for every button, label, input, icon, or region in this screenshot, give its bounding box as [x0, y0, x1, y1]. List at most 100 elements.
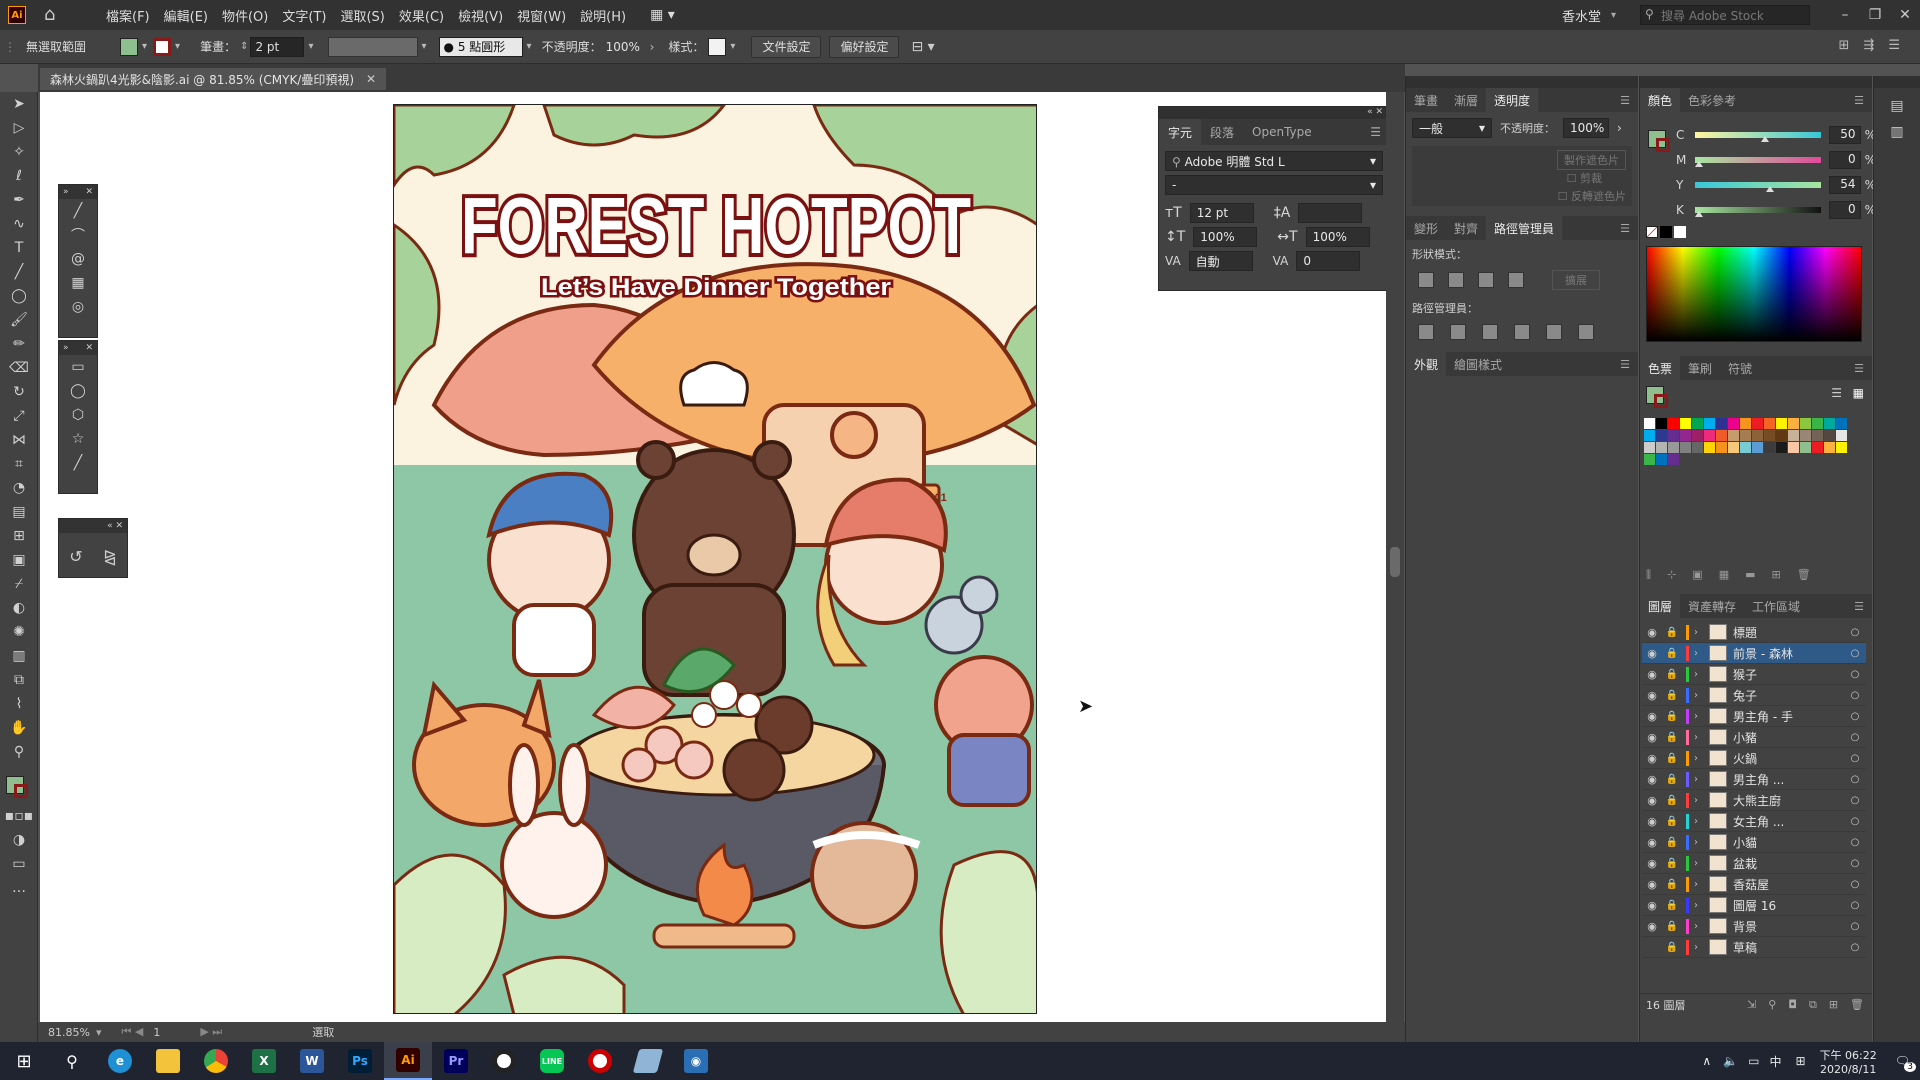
flyout-header[interactable]: « ✕ — [59, 519, 127, 533]
color-swatch[interactable] — [1692, 418, 1703, 429]
panel-menu-icon[interactable]: ☰ — [1854, 94, 1864, 107]
new-color-group-icon[interactable]: ▣ — [1692, 568, 1702, 582]
ime-indicator[interactable]: 中 — [1769, 1053, 1781, 1070]
layer-row[interactable]: ◉ 🔒 › 前景 - 森林 ○ — [1642, 643, 1866, 664]
panel-menu-icon[interactable]: ☰ — [1888, 38, 1900, 53]
menu-view[interactable]: 檢視(V) — [458, 6, 503, 25]
color-swatch[interactable] — [1644, 418, 1655, 429]
layer-name[interactable]: 前景 - 森林 — [1733, 645, 1844, 662]
color-swatch[interactable] — [1656, 442, 1667, 453]
color-swatch[interactable] — [1752, 442, 1763, 453]
target-circle-icon[interactable]: ○ — [1844, 711, 1866, 722]
arrange-icon[interactable]: ⇶ — [1863, 38, 1874, 53]
layer-name[interactable]: 香菇屋 — [1733, 876, 1844, 893]
channel-value-field[interactable]: 0 — [1828, 200, 1861, 219]
layer-row[interactable]: ◉ 🔒 › 香菇屋 ○ — [1642, 874, 1866, 895]
tab-symbols[interactable]: 符號 — [1720, 356, 1760, 380]
collapse-icon[interactable]: » — [63, 343, 69, 353]
clip-checkbox[interactable]: ☐ 剪裁 — [1567, 170, 1602, 186]
color-swatch[interactable] — [1836, 418, 1847, 429]
close-icon[interactable]: ✕ — [85, 343, 93, 353]
layer-name[interactable]: 草稿 — [1733, 939, 1844, 956]
chevron-down-icon[interactable]: ▾ — [1611, 10, 1616, 21]
merge-icon[interactable] — [1482, 324, 1498, 340]
color-swatch[interactable] — [1812, 418, 1823, 429]
color-swatch[interactable] — [1752, 418, 1763, 429]
graphic-style-swatch[interactable] — [708, 37, 727, 56]
channel-value-field[interactable]: 0 — [1828, 150, 1861, 169]
magic-wand-tool-icon[interactable]: ✧ — [0, 140, 38, 164]
color-swatch[interactable] — [1836, 442, 1847, 453]
more-tools-icon[interactable]: … — [0, 876, 38, 900]
expand-arrow-icon[interactable]: › — [1689, 690, 1703, 701]
slider-handle[interactable] — [1761, 135, 1770, 142]
lock-icon[interactable]: 🔒 — [1662, 774, 1682, 785]
layer-name[interactable]: 標題 — [1733, 624, 1844, 641]
export-icon[interactable]: ⇲ — [1747, 998, 1756, 1012]
transform-icon[interactable]: ⊞ — [1839, 38, 1850, 53]
slice-tool-icon[interactable]: ⌇ — [0, 692, 38, 716]
color-swatch[interactable] — [1788, 442, 1799, 453]
color-swatch[interactable] — [1800, 430, 1811, 441]
unite-icon[interactable] — [1418, 272, 1434, 288]
panel-menu-icon[interactable]: ☰ — [1620, 222, 1630, 235]
search-button[interactable]: ⚲ — [48, 1042, 96, 1080]
zoom-level[interactable]: 81.85% — [48, 1026, 90, 1039]
minus-front-icon[interactable] — [1448, 272, 1464, 288]
expand-arrow-icon[interactable]: › — [1689, 774, 1703, 785]
minus-back-icon[interactable] — [1578, 324, 1594, 340]
tracking-field[interactable]: 0 — [1296, 251, 1361, 271]
new-folder-icon[interactable]: ▬ — [1745, 568, 1755, 582]
visibility-eye-icon[interactable]: ◉ — [1642, 815, 1662, 828]
visibility-eye-icon[interactable]: ◉ — [1642, 647, 1662, 660]
taskbar-app[interactable] — [624, 1042, 672, 1080]
target-circle-icon[interactable]: ○ — [1844, 879, 1866, 890]
opacity-field[interactable]: 100% — [1563, 118, 1609, 138]
menu-effect[interactable]: 效果(C) — [399, 6, 444, 25]
color-swatch[interactable] — [1812, 442, 1823, 453]
color-mode-icon[interactable]: ▪▫▪ — [0, 804, 38, 828]
channel-slider[interactable] — [1695, 131, 1821, 142]
color-swatch[interactable] — [1800, 442, 1811, 453]
rotate-tool-icon[interactable]: ↻ — [0, 380, 38, 404]
tab-color[interactable]: 顏色 — [1640, 88, 1681, 112]
start-button[interactable]: ⊞ — [0, 1042, 48, 1080]
menu-file[interactable]: 檔案(F) — [106, 6, 150, 25]
font-size-field[interactable]: 12 pt — [1189, 203, 1254, 223]
arrange-documents-icon[interactable]: ▦ ▾ — [650, 7, 675, 23]
tab-transparency[interactable]: 透明度 — [1486, 88, 1539, 112]
taskbar-recorder[interactable] — [480, 1042, 528, 1080]
make-clipping-mask-icon[interactable]: ◘ — [1788, 998, 1797, 1012]
chevron-down-icon[interactable]: ▾ — [175, 41, 180, 52]
expand-arrow-icon[interactable]: › — [1689, 795, 1703, 806]
chevron-right-icon[interactable]: › — [650, 40, 655, 54]
menu-select[interactable]: 選取(S) — [340, 6, 384, 25]
visibility-eye-icon[interactable]: ◉ — [1642, 794, 1662, 807]
target-circle-icon[interactable]: ○ — [1844, 795, 1866, 806]
curvature-tool-icon[interactable]: ∿ — [0, 212, 38, 236]
new-sublayer-icon[interactable]: ⧉ — [1809, 998, 1817, 1012]
color-swatch[interactable] — [1704, 442, 1715, 453]
color-swatch[interactable] — [1668, 430, 1679, 441]
document-tab[interactable]: 森林火鍋趴4光影&陰影.ai @ 81.85% (CMYK/疊印預視) ✕ — [40, 66, 386, 90]
taskbar-word[interactable]: W — [288, 1042, 336, 1080]
lock-icon[interactable]: 🔒 — [1662, 753, 1682, 764]
clock[interactable]: 下午 06:22 2020/8/11 — [1820, 1047, 1877, 1076]
intersect-icon[interactable] — [1478, 272, 1494, 288]
variable-width-profile[interactable] — [327, 36, 418, 57]
color-swatch[interactable] — [1704, 430, 1715, 441]
channel-slider[interactable] — [1695, 181, 1821, 192]
collapse-icon[interactable]: » — [63, 187, 69, 197]
taskbar-edge[interactable]: e — [96, 1042, 144, 1080]
color-swatch[interactable] — [1764, 430, 1775, 441]
stroke-weight-field[interactable]: 2 pt — [250, 36, 305, 57]
channel-slider[interactable] — [1695, 206, 1821, 217]
shape-builder-tool-icon[interactable]: ◔ — [0, 476, 38, 500]
blend-tool-icon[interactable]: ◐ — [0, 596, 38, 620]
color-swatch[interactable] — [1752, 430, 1763, 441]
close-button[interactable]: ✕ — [1890, 7, 1920, 23]
target-circle-icon[interactable]: ○ — [1844, 858, 1866, 869]
lock-icon[interactable]: 🔒 — [1662, 837, 1682, 848]
delete-swatch-icon[interactable]: 🗑 — [1797, 568, 1811, 582]
expand-arrow-icon[interactable]: › — [1689, 921, 1703, 932]
